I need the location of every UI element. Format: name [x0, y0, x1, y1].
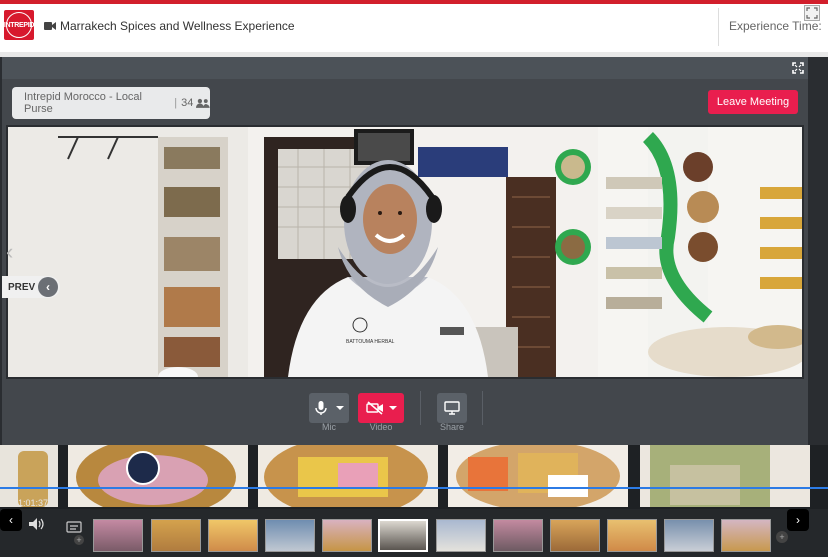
product-image: [258, 445, 438, 507]
chevron-left-icon: ‹: [6, 239, 14, 264]
plus-icon[interactable]: +: [74, 535, 84, 545]
controls-divider: [482, 391, 483, 425]
thumbnail[interactable]: [322, 519, 372, 552]
thumbnail[interactable]: [550, 519, 600, 552]
controls-divider: [420, 391, 421, 425]
time-code: 1:01:37: [18, 498, 49, 508]
video-scene: BATTOUMA HERBAL: [8, 127, 802, 377]
meeting-panel: Intrepid Morocco - Local Purse | 34 Leav…: [2, 57, 808, 445]
chevron-right-icon: ›: [796, 513, 800, 527]
fullscreen-icon[interactable]: [792, 62, 804, 74]
bottom-player: 1:01:37 ‹ + + ›: [0, 445, 828, 557]
brand-stripe: [0, 0, 828, 4]
leave-meeting-button[interactable]: Leave Meeting: [708, 90, 798, 114]
mic-button[interactable]: [309, 393, 349, 423]
thumbnail[interactable]: [493, 519, 543, 552]
video-button[interactable]: [358, 393, 404, 423]
thumbnail[interactable]: [93, 519, 143, 552]
experience-time-label: Experience Time:: [729, 19, 822, 33]
thumbnail[interactable]: [265, 519, 315, 552]
captions-icon[interactable]: [66, 521, 82, 533]
thumbnail[interactable]: [208, 519, 258, 552]
thumbnail-active[interactable]: [378, 519, 428, 552]
thumbnail[interactable]: [664, 519, 714, 552]
right-gutter: [808, 57, 828, 445]
thumbnail[interactable]: [151, 519, 201, 552]
header-divider: [718, 8, 719, 46]
experience-title: Marrakech Spices and Wellness Experience: [60, 19, 295, 33]
prev-label: PREV: [8, 281, 36, 293]
app-header: INTREPID Marrakech Spices and Wellness E…: [0, 0, 828, 52]
chevron-left-icon: ‹: [9, 513, 13, 527]
thumbnail-strip: ‹ + + ›: [0, 509, 828, 557]
thumbnail[interactable]: [607, 519, 657, 552]
product-image: [448, 445, 628, 507]
thumbnail[interactable]: [721, 519, 771, 552]
share-button[interactable]: [437, 393, 467, 423]
volume-icon[interactable]: [28, 517, 46, 531]
prev-button[interactable]: PREV ‹: [2, 276, 60, 298]
mic-icon: [315, 401, 327, 415]
playback-progress[interactable]: [0, 487, 828, 489]
monitor-share-icon: [444, 401, 460, 415]
chevron-down-icon[interactable]: [336, 405, 344, 411]
chevron-down-icon[interactable]: [388, 405, 397, 411]
chevron-left-icon: ‹: [38, 277, 58, 297]
mic-label: Mic: [322, 422, 336, 432]
logo-text: INTREPID: [4, 12, 34, 38]
participant-count: 34: [181, 97, 194, 109]
expand-icon[interactable]: [804, 5, 820, 21]
next-thumbs-button[interactable]: ›: [787, 509, 809, 531]
product-image: [640, 445, 810, 507]
video-label: Video: [369, 422, 393, 432]
participants-icon: [196, 98, 210, 108]
video-feed: BATTOUMA HERBAL: [6, 125, 804, 379]
room-info: Intrepid Morocco - Local Purse | 34: [12, 87, 210, 119]
room-separator: |: [174, 97, 178, 109]
prev-thumbs-button[interactable]: ‹: [0, 509, 22, 531]
meeting-toolbar: [2, 57, 808, 79]
plus-icon[interactable]: +: [776, 531, 788, 543]
room-name: Intrepid Morocco - Local Purse: [24, 91, 142, 115]
product-image: [68, 445, 248, 507]
video-off-icon: [365, 401, 383, 415]
coat-badge-text: BATTOUMA HERBAL: [346, 339, 395, 345]
intrepid-logo: INTREPID: [4, 10, 34, 40]
thumbnail[interactable]: [436, 519, 486, 552]
video-camera-icon: [44, 22, 56, 30]
share-label: Share: [439, 422, 465, 432]
